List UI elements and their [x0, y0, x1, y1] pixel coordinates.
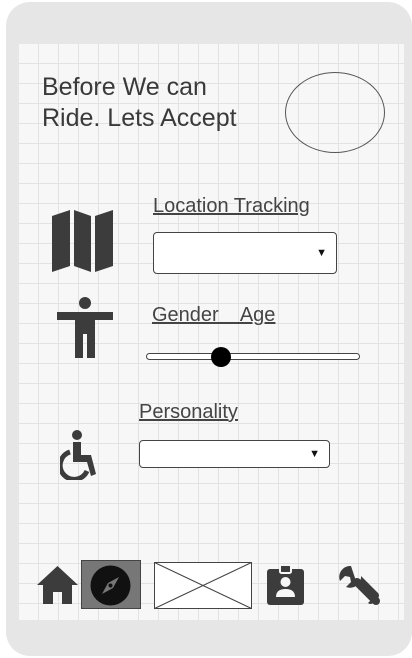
compass-icon[interactable] — [90, 565, 131, 606]
avatar[interactable] — [285, 72, 385, 153]
image-placeholder[interactable] — [154, 562, 252, 609]
location-tracking-link[interactable]: Location Tracking — [153, 195, 310, 218]
chevron-down-icon: ▼ — [309, 448, 320, 460]
chevron-down-icon: ▼ — [316, 247, 327, 259]
accessibility-icon — [60, 430, 96, 480]
home-icon[interactable] — [37, 566, 78, 604]
personality-select[interactable]: ▼ — [139, 440, 330, 468]
gender-age-link[interactable]: Gender Age — [152, 304, 275, 327]
person-icon — [57, 297, 113, 358]
location-tracking-select[interactable]: ▼ — [153, 232, 337, 274]
age-slider-thumb[interactable] — [210, 347, 231, 367]
personality-link[interactable]: Personality — [139, 401, 238, 424]
wrench-icon[interactable] — [337, 564, 381, 608]
contact-badge-icon[interactable] — [267, 565, 304, 605]
page-title: Before We can Ride. Lets Accept — [42, 73, 237, 132]
map-icon — [52, 210, 113, 272]
age-slider-track[interactable] — [146, 353, 360, 360]
